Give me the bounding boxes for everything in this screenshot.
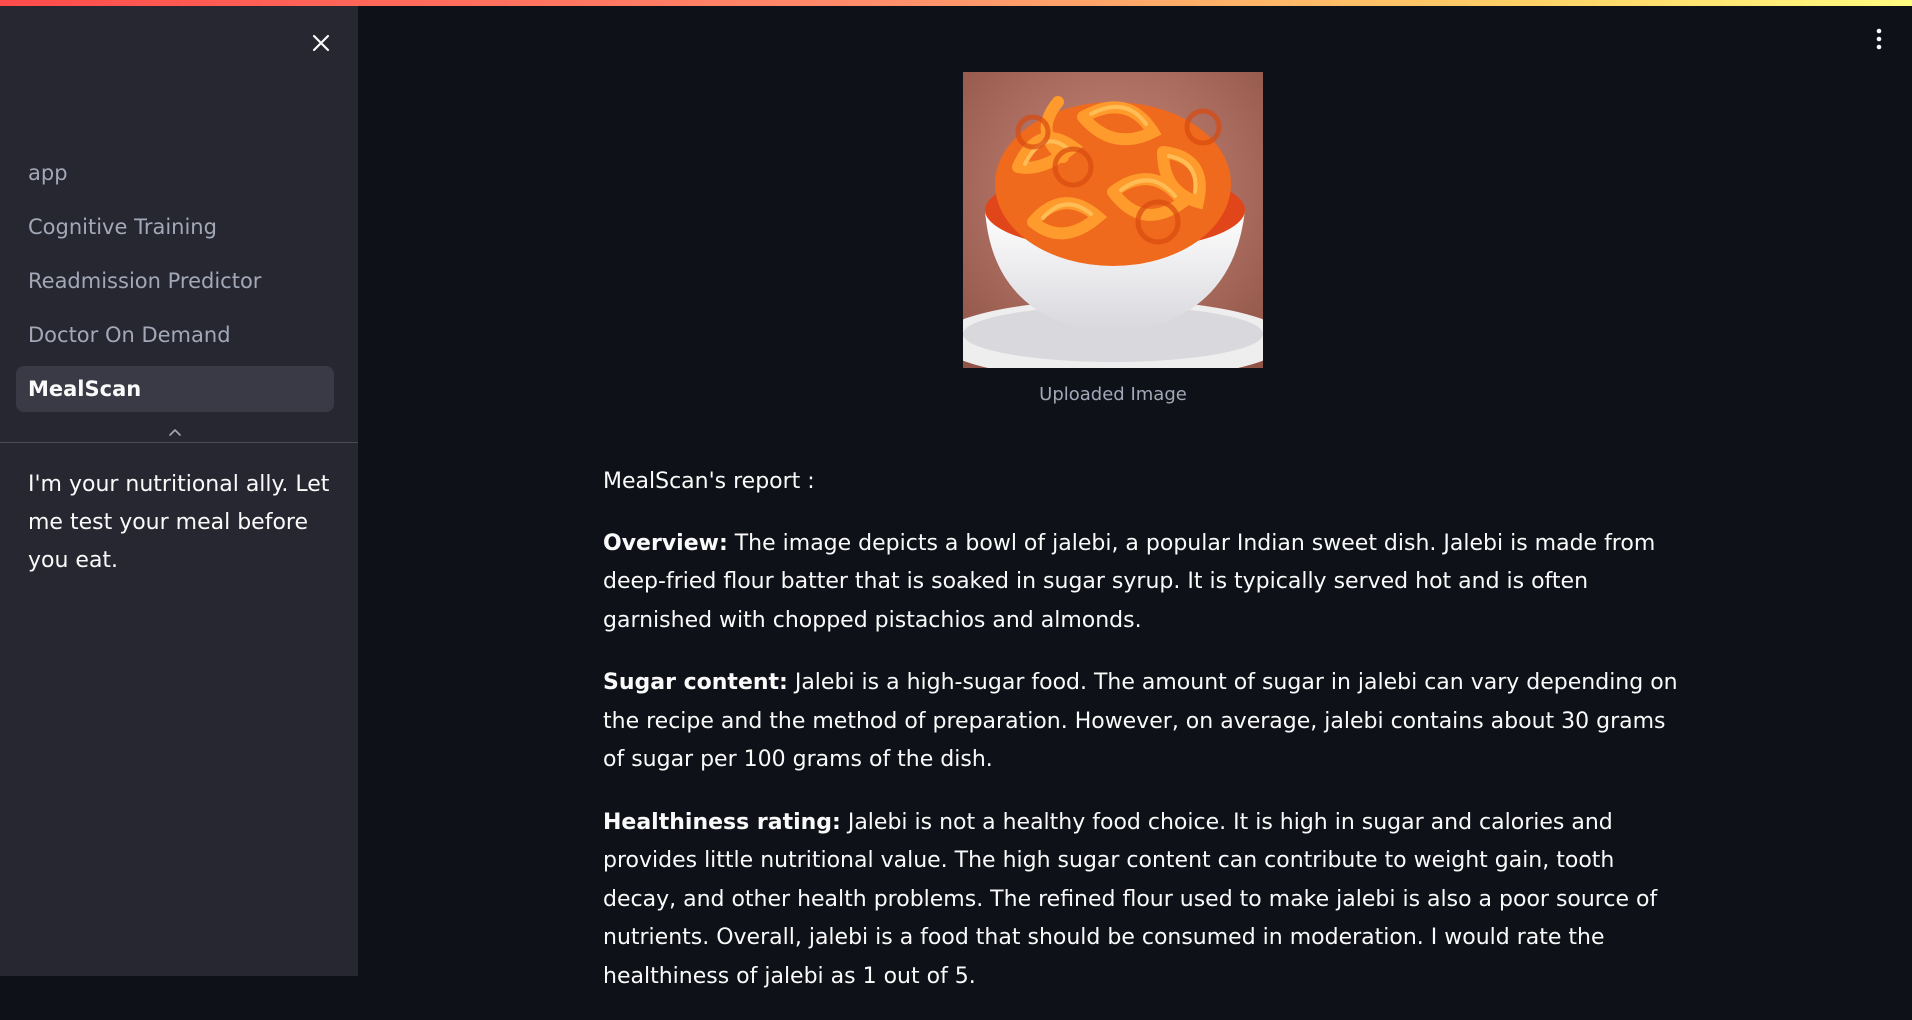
nav-item-label: Cognitive Training [28, 215, 217, 239]
close-sidebar-button[interactable] [306, 28, 336, 58]
kebab-menu-icon [1876, 28, 1882, 50]
sidebar-divider [0, 442, 358, 443]
report-section-healthiness-rating: Healthiness rating: Jalebi is not a heal… [603, 804, 1683, 997]
sidebar: app Cognitive Training Readmission Predi… [0, 0, 358, 976]
nav-item-cognitive-training[interactable]: Cognitive Training [16, 204, 334, 250]
nav-item-label: app [28, 161, 68, 185]
sidebar-description: I'm your nutritional ally. Let me test y… [28, 472, 330, 573]
nav-item-label: MealScan [28, 377, 142, 401]
main-menu-button[interactable] [1866, 24, 1892, 54]
uploaded-meal-image [963, 72, 1263, 368]
top-decoration-bar [0, 0, 1912, 6]
page-nav: app Cognitive Training Readmission Predi… [16, 150, 334, 420]
section-label: Sugar content: [603, 670, 788, 695]
section-text: The image depicts a bowl of jalebi, a po… [603, 530, 1656, 633]
nav-item-readmission-predictor[interactable]: Readmission Predictor [16, 258, 334, 304]
report-section-sugar-content: Sugar content: Jalebi is a high-sugar fo… [603, 664, 1683, 780]
mealscan-report: MealScan's report : Overview: The image … [603, 463, 1683, 1020]
section-text: Jalebi is not a healthy food choice. It … [603, 809, 1658, 989]
nav-item-app[interactable]: app [16, 150, 334, 196]
close-icon [312, 34, 330, 52]
report-heading: MealScan's report : [603, 469, 815, 494]
nav-item-mealscan[interactable]: MealScan [16, 366, 334, 412]
section-label: Overview: [603, 530, 728, 556]
nav-item-doctor-on-demand[interactable]: Doctor On Demand [16, 312, 334, 358]
nav-item-label: Doctor On Demand [28, 323, 231, 347]
chevron-up-icon [169, 429, 181, 436]
report-section-overview: Overview: The image depicts a bowl of ja… [603, 525, 1683, 641]
image-caption: Uploaded Image [1039, 384, 1187, 405]
nav-item-label: Readmission Predictor [28, 269, 262, 293]
section-label: Healthiness rating: [603, 809, 841, 835]
collapse-nav-button[interactable] [165, 424, 185, 440]
